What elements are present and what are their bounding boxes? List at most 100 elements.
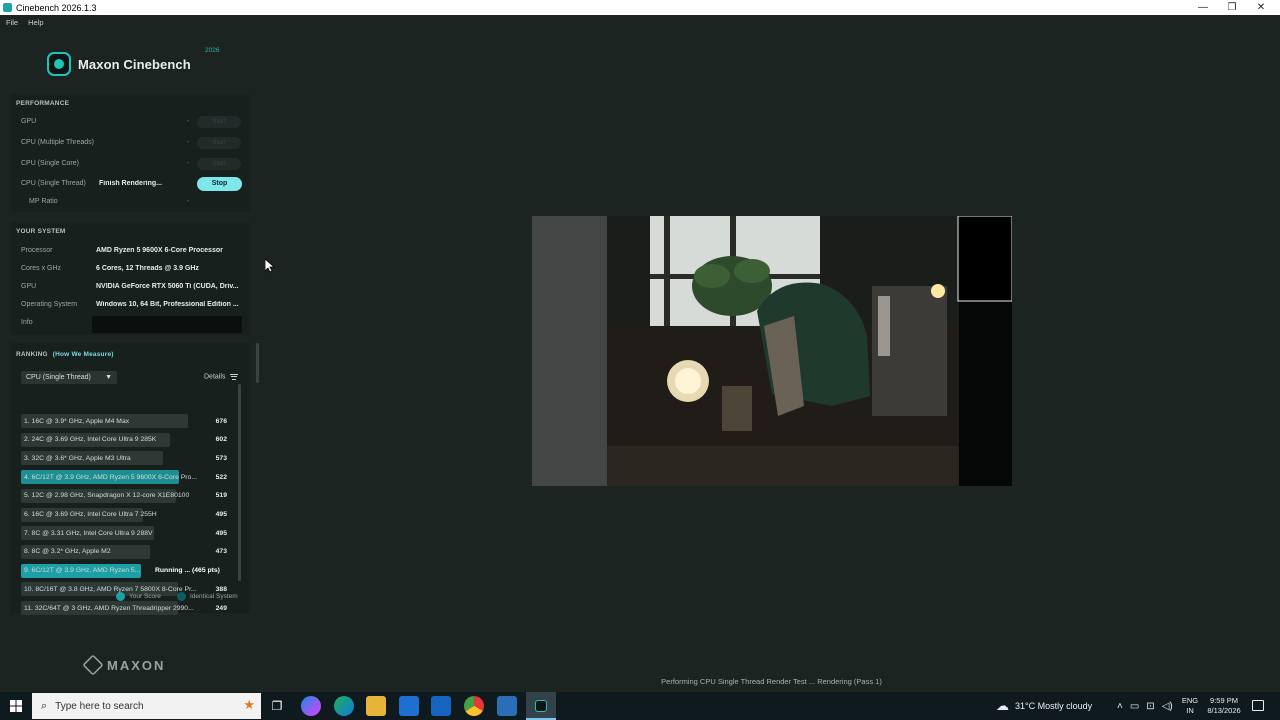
perf-value: - xyxy=(187,160,190,167)
legend-label: Identical System xyxy=(190,593,238,600)
legend-identical-system: Identical System xyxy=(177,592,238,601)
clock-time: 9:59 PM xyxy=(1210,696,1238,705)
stop-button[interactable]: Stop xyxy=(197,177,242,191)
ranking-test-select[interactable]: CPU (Single Thread) ▼ xyxy=(21,371,117,384)
weather-widget[interactable]: ☁ 31°C Mostly cloudy xyxy=(996,692,1092,720)
search-icon: ⌕ xyxy=(41,699,48,712)
window-title: Cinebench 2026.1.3 xyxy=(16,2,97,13)
details-label: Details xyxy=(204,373,226,381)
cinebench-taskbar-button[interactable] xyxy=(526,692,556,720)
system-value: NVIDIA GeForce RTX 5060 Ti (CUDA, Driv..… xyxy=(96,283,239,290)
ranking-row-text: 1. 16C @ 3.9* GHz, Apple M4 Max xyxy=(24,417,130,425)
menu-file[interactable]: File xyxy=(6,18,18,27)
brand-year: 2026 xyxy=(205,47,220,54)
details-button[interactable]: Details xyxy=(204,372,239,381)
search-highlight-icon: ★ xyxy=(243,697,255,712)
ranking-row-text: 11. 32C/64T @ 3 GHz, AMD Ryzen Threadrip… xyxy=(24,604,194,612)
render-status-text: Performing CPU Single Thread Render Test… xyxy=(661,677,882,686)
perf-label: MP Ratio xyxy=(29,198,58,205)
maxon-logo: MAXON xyxy=(82,654,165,676)
ranking-row[interactable]: 4. 6C/12T @ 3.9 GHz, AMD Ryzen 5 9600X 6… xyxy=(21,470,229,485)
language-indicator[interactable]: ENG IN xyxy=(1180,696,1200,716)
ranking-row[interactable]: 11. 32C/64T @ 3 GHz, AMD Ryzen Threadrip… xyxy=(21,601,229,615)
app-icon[interactable] xyxy=(497,696,517,716)
identical-system-swatch xyxy=(177,592,186,601)
ranking-panel: RANKING (How We Measure) CPU (Single Thr… xyxy=(11,343,259,615)
edge-icon[interactable] xyxy=(334,696,354,716)
performance-title: PERFORMANCE xyxy=(16,100,70,107)
maximize-button[interactable]: ❐ xyxy=(1217,0,1247,15)
how-we-measure-link[interactable]: (How We Measure) xyxy=(53,351,114,358)
network-icon[interactable]: ⊡ xyxy=(1146,701,1154,712)
ranking-score: 519 xyxy=(215,492,227,500)
chrome-icon[interactable] xyxy=(464,696,484,716)
system-value: Windows 10, 64 Bit, Professional Edition… xyxy=(96,301,239,308)
ranking-row-text: 9. 6C/12T @ 3.9 GHz, AMD Ryzen 5... xyxy=(24,567,141,575)
perf-label: GPU xyxy=(21,118,37,125)
filter-icon xyxy=(230,372,239,381)
outlook-icon[interactable] xyxy=(431,696,451,716)
your-score-swatch xyxy=(116,592,125,601)
start-cpu-single-core-button[interactable]: Start xyxy=(197,158,241,170)
ranking-row[interactable]: 9. 6C/12T @ 3.9 GHz, AMD Ryzen 5... Runni… xyxy=(21,563,229,578)
system-row-cores: Cores x GHz 6 Cores, 12 Threads @ 3.9 GH… xyxy=(11,262,250,276)
perf-value: - xyxy=(187,139,190,146)
ranking-score: 676 xyxy=(215,417,227,425)
microsoft-store-icon[interactable] xyxy=(399,696,419,716)
ranking-row[interactable]: 8. 8C @ 3.2* GHz, Apple M2 473 xyxy=(21,544,229,559)
ranking-row-text: 10. 8C/16T @ 3.8 GHz, AMD Ryzen 7 5800X … xyxy=(24,585,197,593)
taskbar-search-box[interactable]: ⌕ Type here to search ★ xyxy=(32,693,261,719)
volume-icon[interactable]: ◁) xyxy=(1162,701,1173,712)
device-icon[interactable]: ▭ xyxy=(1130,701,1139,712)
maxon-logo-icon xyxy=(82,654,104,676)
start-button[interactable] xyxy=(0,692,32,720)
minimize-button[interactable]: — xyxy=(1188,0,1218,15)
ranking-row[interactable]: 7. 8C @ 3.31 GHz, Intel Core Ultra 9 288… xyxy=(21,526,229,541)
system-value: AMD Ryzen 5 9600X 6-Core Processor xyxy=(96,247,223,254)
system-label: Cores x GHz xyxy=(21,265,62,272)
perf-row-cpu-multi: CPU (Multiple Threads) - Start xyxy=(11,136,250,150)
language-line2: IN xyxy=(1186,706,1194,715)
copilot-icon[interactable] xyxy=(301,696,321,716)
ranking-row[interactable]: 1. 16C @ 3.9* GHz, Apple M4 Max 676 xyxy=(21,414,229,428)
ranking-row[interactable]: 5. 12C @ 2.98 GHz, Snapdragon X 12-core … xyxy=(21,488,229,503)
perf-value: - xyxy=(187,118,190,125)
perf-row-cpu-single-thread: CPU (Single Thread) Finish Rendering... … xyxy=(11,177,250,191)
start-cpu-multi-button[interactable]: Start xyxy=(197,137,241,149)
ranking-row-text: 4. 6C/12T @ 3.9 GHz, AMD Ryzen 5 9600X 6… xyxy=(24,473,197,481)
file-explorer-icon[interactable] xyxy=(366,696,386,716)
ranking-score: 573 xyxy=(215,454,227,462)
perf-row-mp-ratio: MP Ratio - xyxy=(11,195,250,209)
close-button[interactable]: ✕ xyxy=(1246,0,1276,15)
ranking-row[interactable]: 6. 16C @ 3.69 GHz, Intel Core Ultra 7 25… xyxy=(21,507,229,522)
render-viewport xyxy=(532,216,1012,486)
windows-taskbar: ⌕ Type here to search ★ ❐ ☁ 31°C Mostly … xyxy=(0,692,1280,720)
ranking-score: 602 xyxy=(215,436,227,444)
ranking-scrollbar[interactable] xyxy=(238,384,241,581)
system-label: Info xyxy=(21,319,33,326)
ranking-row[interactable]: 2. 24C @ 3.69 GHz, Intel Core Ultra 9 28… xyxy=(21,432,229,447)
app-main: Maxon Cinebench 2026 PERFORMANCE GPU - S… xyxy=(0,29,1280,692)
ranking-row-text: 2. 24C @ 3.69 GHz, Intel Core Ultra 9 28… xyxy=(24,436,157,444)
ranking-row-text: 5. 12C @ 2.98 GHz, Snapdragon X 12-core … xyxy=(24,492,190,500)
language-line1: ENG xyxy=(1181,696,1199,705)
ranking-row[interactable]: 3. 32C @ 3.6* GHz, Apple M3 Ultra 573 xyxy=(21,451,229,466)
task-view-icon[interactable]: ❐ xyxy=(267,696,287,716)
menu-help[interactable]: Help xyxy=(28,18,43,27)
clock[interactable]: 9:59 PM 8/13/2026 xyxy=(1202,696,1246,716)
ranking-score: 495 xyxy=(215,511,227,518)
tray-icons: ˄ ▭ ⊡ ◁) xyxy=(1117,692,1173,720)
system-row-gpu: GPU NVIDIA GeForce RTX 5060 Ti (CUDA, Dr… xyxy=(11,280,250,294)
info-field[interactable] xyxy=(92,316,242,333)
notification-icon[interactable] xyxy=(1252,700,1264,711)
performance-panel: PERFORMANCE GPU - Start CPU (Multiple Th… xyxy=(11,94,250,212)
sidebar-scrollbar[interactable] xyxy=(256,343,259,383)
ranking-title: RANKING (How We Measure) xyxy=(16,351,114,358)
perf-row-gpu: GPU - Start xyxy=(11,115,250,129)
ranking-title-text: RANKING xyxy=(16,351,48,358)
chevron-up-icon[interactable]: ˄ xyxy=(1117,701,1123,712)
mouse-cursor-icon xyxy=(265,259,275,273)
system-value: 6 Cores, 12 Threads @ 3.9 GHz xyxy=(96,265,199,272)
start-gpu-button[interactable]: Start xyxy=(197,116,241,128)
ranking-row-text: 7. 8C @ 3.31 GHz, Intel Core Ultra 9 288… xyxy=(24,529,153,537)
